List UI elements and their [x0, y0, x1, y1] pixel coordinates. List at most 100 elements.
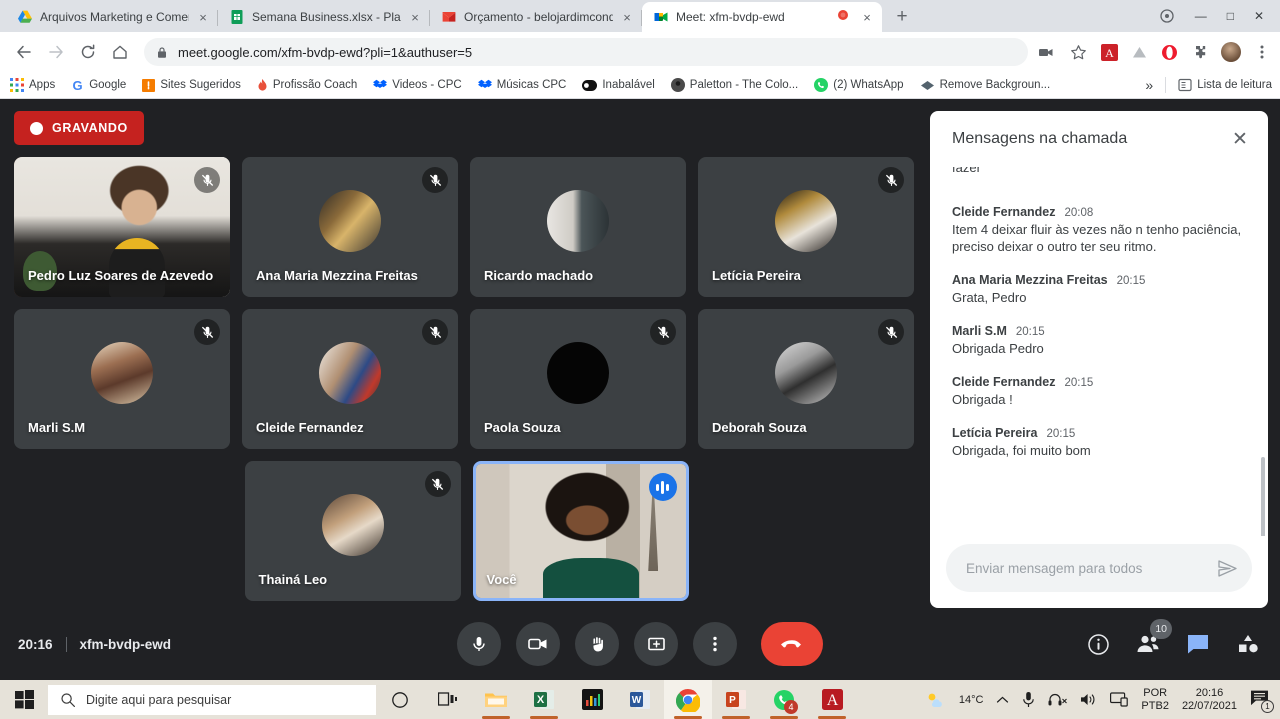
taskbar-excel[interactable]: X	[520, 680, 568, 719]
bookmark-paletton[interactable]: Paletton - The Colo...	[670, 78, 798, 92]
bookmark-inabalavel[interactable]: Inabalável	[582, 79, 655, 91]
close-window-button[interactable]: ✕	[1254, 9, 1264, 23]
profile-avatar-icon[interactable]	[1221, 42, 1241, 62]
google-meet-icon	[653, 9, 669, 25]
leave-call-button[interactable]	[761, 622, 823, 666]
tab-close-button[interactable]: ×	[196, 10, 210, 25]
bookmark-profissao-coach[interactable]: Profissão Coach	[257, 78, 357, 92]
dropbox-icon	[373, 79, 388, 92]
tab-close-button[interactable]: ×	[620, 10, 634, 25]
taskbar-file-explorer[interactable]	[472, 680, 520, 719]
tab-close-button[interactable]: ×	[408, 10, 422, 25]
clock[interactable]: 20:16 22/07/2021	[1182, 687, 1237, 713]
more-options-button[interactable]	[693, 622, 737, 666]
message-time: 20:15	[1064, 377, 1094, 389]
notification-center-button[interactable]: 1	[1250, 689, 1274, 713]
participant-tile-marli[interactable]: Marli S.M	[14, 309, 230, 449]
home-button[interactable]	[106, 38, 134, 66]
reading-list-button[interactable]: Lista de leitura	[1178, 78, 1272, 92]
participant-row-1: Pedro Luz Soares de Azevedo Ana Maria Me…	[14, 157, 919, 297]
raise-hand-button[interactable]	[575, 622, 619, 666]
participant-name: Paola Souza	[484, 420, 561, 435]
autocad-icon[interactable]	[1131, 44, 1148, 61]
chevron-up-icon[interactable]	[996, 695, 1009, 705]
participant-tile-deborah[interactable]: Deborah Souza	[698, 309, 914, 449]
address-bar[interactable]: meet.google.com/xfm-bvdp-ewd?pli=1&authu…	[144, 38, 1028, 66]
participant-tile-cleide[interactable]: Cleide Fernandez	[242, 309, 458, 449]
browser-tab-3[interactable]: Orçamento - belojardimcondomin ×	[430, 2, 642, 32]
participant-tile-thaina[interactable]: Thainá Leo	[244, 461, 461, 601]
bookmark-whatsapp[interactable]: (2) WhatsApp	[814, 78, 904, 92]
forward-button[interactable]	[42, 38, 70, 66]
message-text: Obrigada Pedro	[952, 341, 1044, 356]
participant-tile-ricardo[interactable]: Ricardo machado	[470, 157, 686, 297]
bookmark-google[interactable]: G Google	[71, 79, 127, 92]
participant-tile-self[interactable]: Você	[472, 461, 689, 601]
camera-icon[interactable]	[1038, 44, 1054, 60]
taskbar-chrome[interactable]	[664, 680, 712, 719]
microphone-icon[interactable]	[1022, 691, 1035, 708]
microphone-button[interactable]	[457, 622, 501, 666]
taskbar-word[interactable]: W	[616, 680, 664, 719]
bookmark-sites-sugeridos[interactable]: Sites Sugeridos	[142, 78, 241, 92]
back-button[interactable]	[10, 38, 38, 66]
bookmark-apps[interactable]: Apps	[10, 78, 55, 92]
camera-button[interactable]	[516, 622, 560, 666]
tab-strip: Arquivos Marketing e Comercial × Semana …	[0, 0, 1280, 32]
bookmark-videos-cpc[interactable]: Videos - CPC	[373, 79, 462, 92]
tab-close-button[interactable]: ×	[860, 10, 874, 25]
taskbar-whatsapp[interactable]: 4	[760, 680, 808, 719]
browser-tab-4-active[interactable]: Meet: xfm-bvdp-ewd ×	[642, 2, 882, 32]
chat-title: Mensagens na chamada	[952, 130, 1128, 147]
bookmark-remove-background[interactable]: Remove Backgroun...	[920, 79, 1050, 91]
task-view-button[interactable]	[424, 680, 472, 719]
reading-list-label: Lista de leitura	[1197, 79, 1272, 91]
browser-tab-1[interactable]: Arquivos Marketing e Comercial ×	[6, 2, 218, 32]
participant-tile-paola[interactable]: Paola Souza	[470, 309, 686, 449]
participant-tile-pedro[interactable]: Pedro Luz Soares de Azevedo	[14, 157, 230, 297]
activities-button[interactable]	[1234, 630, 1262, 658]
browser-options-icon[interactable]	[1159, 8, 1175, 24]
message-author: Letícia Pereira	[952, 426, 1038, 440]
chat-header: Mensagens na chamada ✕	[930, 111, 1268, 167]
send-arrow-icon[interactable]	[1217, 559, 1238, 578]
start-button[interactable]	[0, 680, 48, 719]
close-icon[interactable]: ✕	[1226, 128, 1254, 151]
language-indicator[interactable]: POR PTB2	[1141, 687, 1169, 713]
maximize-button[interactable]: □	[1227, 9, 1234, 23]
minimize-button[interactable]: —	[1195, 9, 1207, 23]
reload-button[interactable]	[74, 38, 102, 66]
taskbar-media-app[interactable]	[568, 680, 616, 719]
adobe-acrobat-icon[interactable]: A	[1101, 43, 1118, 61]
chat-messages-list[interactable]: fazer Cleide Fernandez 20:08 Item 4 deix…	[930, 167, 1268, 536]
participant-tile-ana[interactable]: Ana Maria Mezzina Freitas	[242, 157, 458, 297]
star-bookmark-icon[interactable]	[1070, 44, 1087, 61]
chrome-menu-icon[interactable]	[1254, 44, 1270, 60]
present-now-button[interactable]	[634, 622, 678, 666]
display-icon[interactable]	[1110, 692, 1129, 707]
chat-message-header: Ana Maria Mezzina Freitas 20:15	[952, 273, 1250, 287]
taskbar-acrobat[interactable]: A	[808, 680, 856, 719]
participant-tile-leticia[interactable]: Letícia Pereira	[698, 157, 914, 297]
chat-button[interactable]	[1184, 630, 1212, 658]
cortana-button[interactable]	[376, 680, 424, 719]
bookmark-musicas-cpc[interactable]: Músicas CPC	[477, 79, 566, 92]
participant-name: Cleide Fernandez	[256, 420, 364, 435]
chat-scrollbar[interactable]	[1261, 457, 1265, 536]
extensions-puzzle-icon[interactable]	[1191, 44, 1208, 61]
taskbar-powerpoint[interactable]: P	[712, 680, 760, 719]
participants-button[interactable]: 10	[1134, 619, 1172, 658]
recording-badge: GRAVANDO	[14, 111, 144, 145]
chat-message-input[interactable]	[966, 560, 1207, 576]
chrome-browser-window: Arquivos Marketing e Comercial × Semana …	[0, 0, 1280, 719]
meeting-details-button[interactable]	[1084, 630, 1112, 658]
opera-icon[interactable]	[1161, 44, 1178, 61]
taskbar-search-box[interactable]: Digite aqui para pesquisar	[48, 684, 376, 715]
bookmarks-overflow-button[interactable]: »	[1145, 77, 1153, 93]
weather-temperature[interactable]: 14°C	[959, 694, 984, 706]
headset-muted-icon[interactable]	[1048, 693, 1068, 707]
browser-tab-2[interactable]: Semana Business.xlsx - Planilhas ×	[218, 2, 430, 32]
chat-input-wrapper[interactable]	[946, 544, 1252, 592]
new-tab-button[interactable]: +	[888, 3, 916, 31]
volume-icon[interactable]	[1080, 692, 1097, 707]
